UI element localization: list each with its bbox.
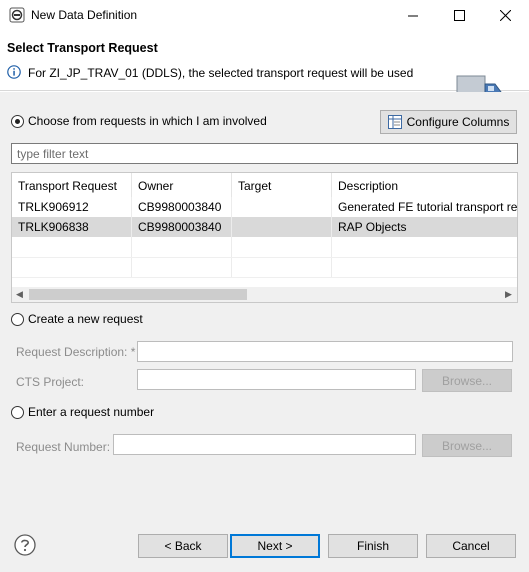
request-number-label: Request Number: bbox=[16, 440, 111, 454]
empty-cell bbox=[12, 237, 132, 257]
radio-indicator bbox=[11, 405, 24, 419]
cts-browse-button[interactable]: Browse... bbox=[422, 369, 512, 392]
empty-cell bbox=[232, 237, 332, 257]
column-header-target[interactable]: Target bbox=[232, 173, 332, 197]
scroll-left-icon[interactable]: ◀ bbox=[16, 289, 23, 300]
cell-owner: CB9980003840 bbox=[132, 197, 232, 217]
cell-description: RAP Objects bbox=[338, 220, 407, 234]
cell-target bbox=[232, 217, 332, 237]
grid-line bbox=[12, 277, 517, 278]
page-title: Select Transport Request bbox=[7, 41, 158, 55]
request-number-browse-button[interactable]: Browse... bbox=[422, 434, 512, 457]
title-bar: New Data Definition bbox=[0, 0, 529, 31]
transport-requests-table: Transport Request Owner Target Descripti… bbox=[11, 172, 518, 303]
header-message: For ZI_JP_TRAV_01 (DDLS), the selected t… bbox=[28, 66, 414, 80]
empty-row bbox=[12, 237, 517, 257]
empty-cell bbox=[132, 237, 232, 257]
empty-cell bbox=[12, 257, 132, 277]
new-data-definition-dialog: New Data Definition Select Transport Req… bbox=[0, 0, 529, 572]
column-header-owner[interactable]: Owner bbox=[132, 173, 232, 197]
eclipse-app-icon bbox=[9, 7, 25, 23]
radio-enter-request-number[interactable]: Enter a request number bbox=[11, 405, 154, 419]
cell-owner: CB9980003840 bbox=[132, 217, 232, 237]
cell-transport-request: TRLK906912 bbox=[12, 197, 132, 217]
info-icon bbox=[7, 65, 21, 79]
finish-button[interactable]: Finish bbox=[328, 534, 418, 558]
horizontal-scrollbar[interactable]: ◀ ▶ bbox=[12, 287, 517, 302]
close-button[interactable] bbox=[482, 0, 528, 31]
radio-create-new-label: Create a new request bbox=[28, 312, 143, 326]
columns-icon bbox=[387, 115, 402, 129]
table-row[interactable]: TRLK906912 CB9980003840 Generated FE tut… bbox=[12, 197, 518, 217]
cell-target bbox=[232, 197, 332, 217]
radio-choose-involved-label: Choose from requests in which I am invol… bbox=[28, 114, 267, 128]
table-row-selected[interactable]: TRLK906838 CB9980003840 RAP Objects bbox=[12, 217, 517, 237]
radio-indicator-selected bbox=[11, 114, 24, 128]
back-button[interactable]: < Back bbox=[138, 534, 228, 558]
next-button[interactable]: Next > bbox=[230, 534, 320, 558]
maximize-button[interactable] bbox=[436, 0, 482, 31]
close-icon bbox=[499, 10, 511, 21]
help-icon[interactable] bbox=[14, 534, 36, 556]
scroll-right-icon[interactable]: ▶ bbox=[505, 289, 512, 300]
maximize-icon bbox=[453, 10, 465, 21]
cell-transport-request: TRLK906838 bbox=[12, 217, 132, 237]
radio-create-new-request[interactable]: Create a new request bbox=[11, 312, 143, 326]
empty-row bbox=[12, 257, 517, 277]
configure-columns-label: Configure Columns bbox=[406, 115, 510, 129]
request-number-field[interactable] bbox=[113, 434, 416, 455]
minimize-button[interactable] bbox=[390, 0, 436, 31]
radio-enter-number-label: Enter a request number bbox=[28, 405, 155, 419]
window-title: New Data Definition bbox=[31, 8, 138, 22]
column-header-description[interactable]: Description bbox=[332, 173, 517, 197]
minimize-icon bbox=[408, 15, 418, 16]
column-header-transport-request[interactable]: Transport Request bbox=[12, 173, 132, 197]
radio-choose-involved[interactable]: Choose from requests in which I am invol… bbox=[11, 114, 267, 128]
radio-indicator bbox=[11, 312, 24, 326]
grid-line bbox=[12, 257, 517, 258]
request-description-field[interactable] bbox=[137, 341, 513, 362]
wizard-header: Select Transport Request For ZI_JP_TRAV_… bbox=[0, 31, 529, 107]
cancel-button[interactable]: Cancel bbox=[426, 534, 516, 558]
wizard-content: Choose from requests in which I am invol… bbox=[0, 92, 529, 572]
cts-project-label: CTS Project: bbox=[16, 375, 85, 389]
cell-description: Generated FE tutorial transport request bbox=[338, 200, 518, 214]
scrollbar-thumb[interactable] bbox=[29, 289, 247, 300]
configure-columns-button[interactable]: Configure Columns bbox=[380, 110, 517, 134]
empty-cell bbox=[132, 257, 232, 277]
cts-project-field[interactable] bbox=[137, 369, 416, 390]
empty-cell bbox=[232, 257, 332, 277]
filter-input[interactable]: type filter text bbox=[11, 143, 518, 164]
request-description-label: Request Description: * bbox=[16, 345, 136, 359]
